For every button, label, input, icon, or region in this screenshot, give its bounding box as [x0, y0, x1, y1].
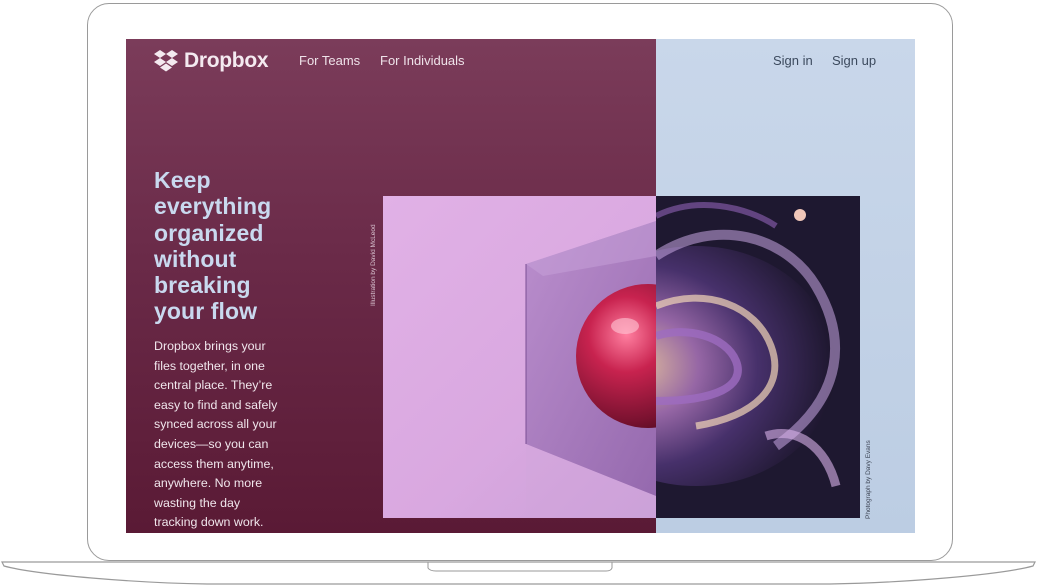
headline-line: organized — [154, 219, 264, 246]
nav-link-for-individuals[interactable]: For Individuals — [380, 53, 465, 68]
headline-line: without — [154, 245, 237, 272]
description-line: files together, in one — [154, 358, 265, 373]
description-line: anywhere. No more — [154, 476, 263, 491]
description-line: tracking down work. — [154, 515, 264, 530]
dropbox-logo-icon — [154, 50, 178, 72]
sign-up-link[interactable]: Sign up — [832, 53, 876, 68]
description-line: easy to find and safely — [154, 397, 278, 412]
glass-cube-sphere-illustration — [525, 221, 656, 518]
illustration-artwork — [383, 196, 656, 518]
sign-in-link[interactable]: Sign in — [773, 53, 813, 68]
description-line: central place. They’re — [154, 378, 273, 393]
brand-name: Dropbox — [184, 49, 269, 72]
nav-link-for-teams[interactable]: For Teams — [299, 53, 360, 68]
description-line: synced across all your — [154, 417, 277, 432]
illustration-credit: Illustration by David McLeod — [370, 224, 377, 306]
photograph-credit: Photograph by Davy Evans — [865, 440, 872, 519]
hero-description: Dropbox brings your files together, in o… — [154, 337, 304, 533]
hero-headline: Keep everything organized without breaki… — [154, 167, 324, 325]
headline-line: Keep — [154, 167, 211, 193]
laptop-base — [0, 561, 1037, 585]
description-line: access them anytime, — [154, 456, 274, 471]
description-line: wasting the day — [154, 495, 241, 510]
marbled-swirl-photo — [656, 196, 860, 518]
dropbox-logo[interactable]: Dropbox — [154, 49, 269, 72]
browser-screen: Dropbox For Teams For Individuals Sign i… — [126, 39, 915, 533]
description-line: Dropbox brings your — [154, 339, 266, 353]
photograph-artwork — [656, 196, 860, 518]
headline-line: everything — [154, 193, 272, 220]
headline-line: your flow — [154, 298, 258, 325]
headline-line: breaking — [154, 272, 251, 299]
description-line: devices—so you can — [154, 436, 269, 451]
